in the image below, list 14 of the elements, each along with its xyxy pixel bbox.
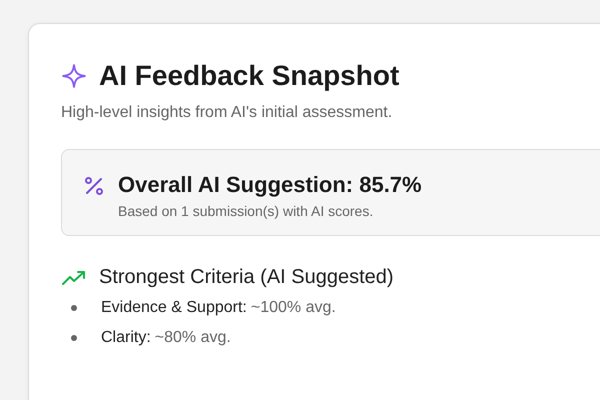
card-subtitle: High-level insights from AI's initial assessment. <box>61 104 394 122</box>
bullet-icon <box>71 305 77 311</box>
criterion-name: Clarity: <box>101 329 151 347</box>
percent-icon <box>82 174 106 198</box>
trending-up-icon <box>61 268 87 286</box>
bullet-icon <box>71 335 77 341</box>
card-title: AI Feedback Snapshot <box>99 60 400 92</box>
sparkle-icon <box>61 63 87 89</box>
overall-score-heading: Overall AI Suggestion: 85.7% <box>118 172 422 198</box>
section-heading: Strongest Criteria (AI Suggested) <box>99 266 394 289</box>
criterion-average: ~100% avg. <box>250 299 336 317</box>
criterion-name: Evidence & Support: <box>101 299 247 317</box>
criterion-average: ~80% avg. <box>154 329 231 347</box>
score-note: Based on 1 submission(s) with AI scores. <box>118 203 374 219</box>
